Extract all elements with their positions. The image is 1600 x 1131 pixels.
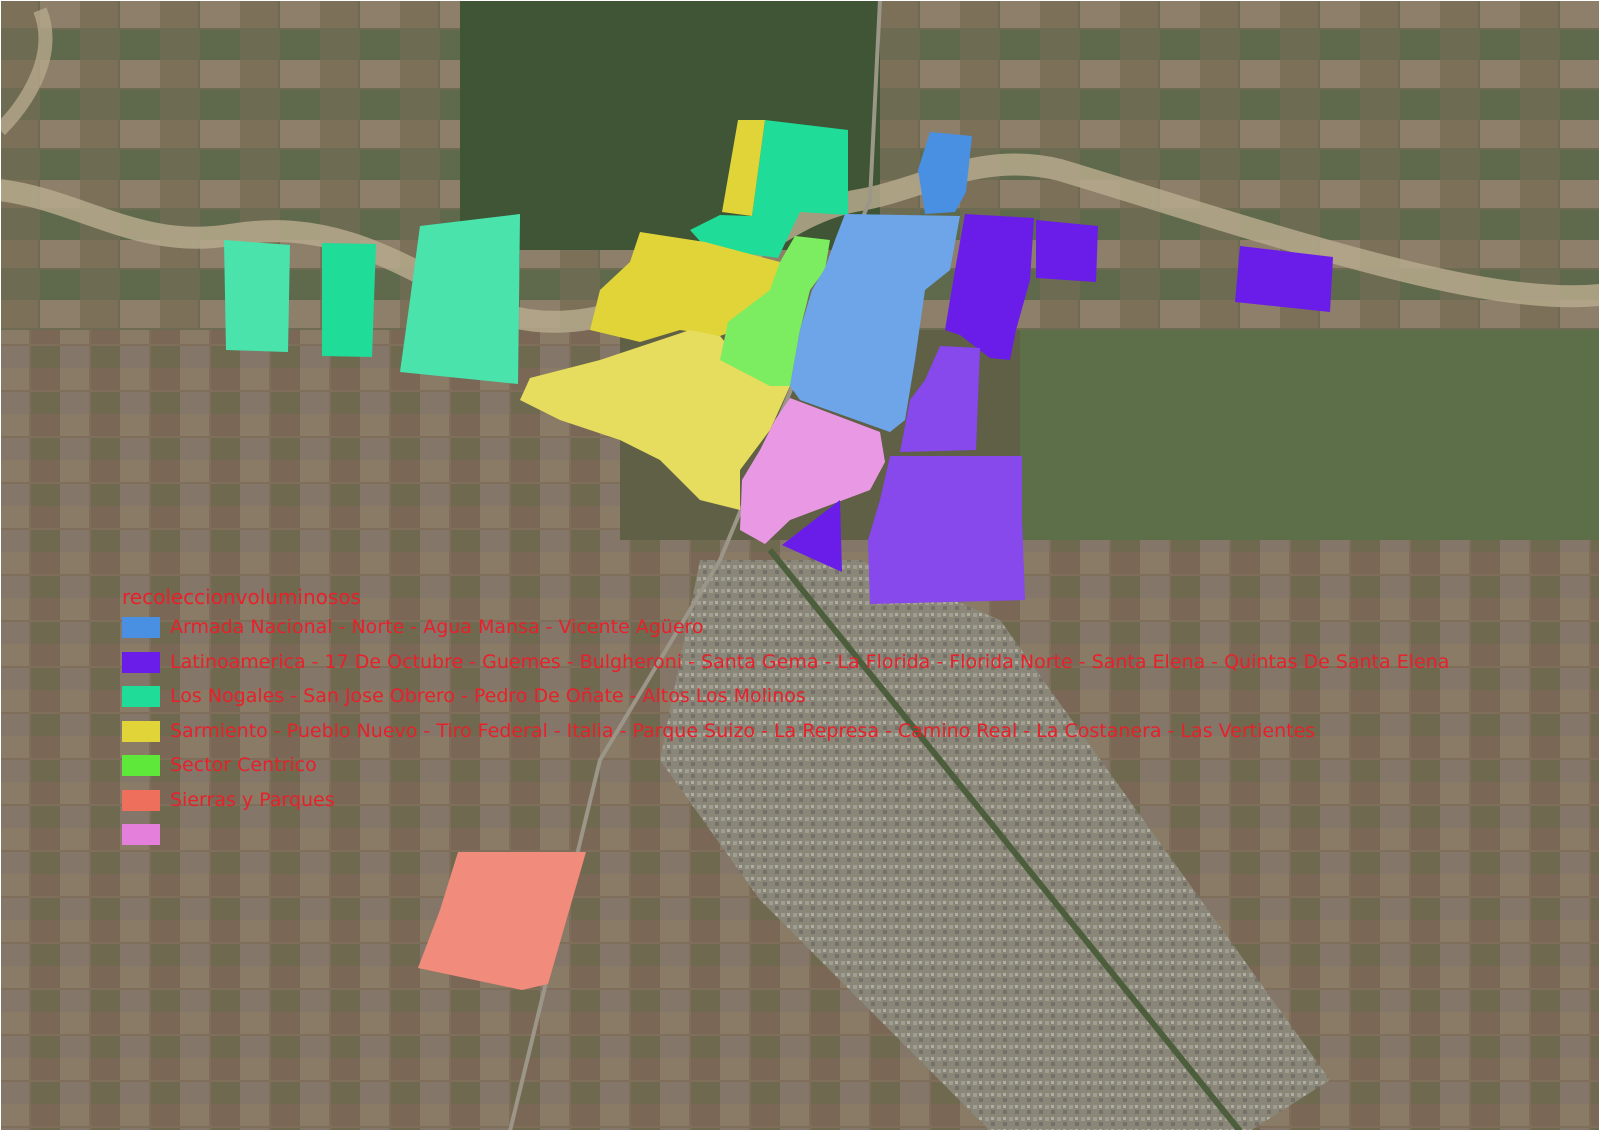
legend-label: Sierras y Parques — [170, 788, 335, 811]
legend-label: Armada Nacional - Norte - Agua Mansa - V… — [170, 616, 704, 638]
legend-swatch-salmon — [122, 789, 160, 811]
legend-label: Sarmiento - Pueblo Nuevo - Tiro Federal … — [170, 719, 1316, 742]
legend-swatch-green — [122, 755, 160, 776]
legend-swatch-teal — [122, 686, 160, 707]
legend-item-unlabeled[interactable] — [120, 817, 1520, 852]
legend-swatch-blue — [122, 617, 160, 638]
legend-item-sector-centrico[interactable]: Sector Centrico — [120, 748, 1520, 783]
map-frame: recoleccionvoluminosos Armada Nacional -… — [0, 0, 1600, 1131]
legend-title: recoleccionvoluminosos — [122, 585, 361, 609]
legend-label: Los Nogales - San Jose Obrero - Pedro De… — [170, 685, 806, 707]
legend-item-sarmiento[interactable]: Sarmiento - Pueblo Nuevo - Tiro Federal … — [120, 714, 1520, 749]
legend-item-sierras-y-parques[interactable]: Sierras y Parques — [120, 783, 1520, 818]
legend-label: Sector Centrico — [170, 754, 317, 776]
legend-swatch-pink — [122, 824, 160, 845]
legend-swatch-purple — [122, 651, 160, 673]
map-canvas[interactable] — [0, 0, 1600, 1131]
legend: recoleccionvoluminosos Armada Nacional -… — [120, 584, 1520, 852]
legend-item-los-nogales[interactable]: Los Nogales - San Jose Obrero - Pedro De… — [120, 679, 1520, 714]
legend-label: Latinoamerica - 17 De Octubre - Guemes -… — [170, 650, 1450, 673]
legend-item-latinoamerica[interactable]: Latinoamerica - 17 De Octubre - Guemes -… — [120, 645, 1520, 680]
legend-item-armada-nacional[interactable]: Armada Nacional - Norte - Agua Mansa - V… — [120, 610, 1520, 645]
legend-swatch-yellow — [122, 720, 160, 742]
